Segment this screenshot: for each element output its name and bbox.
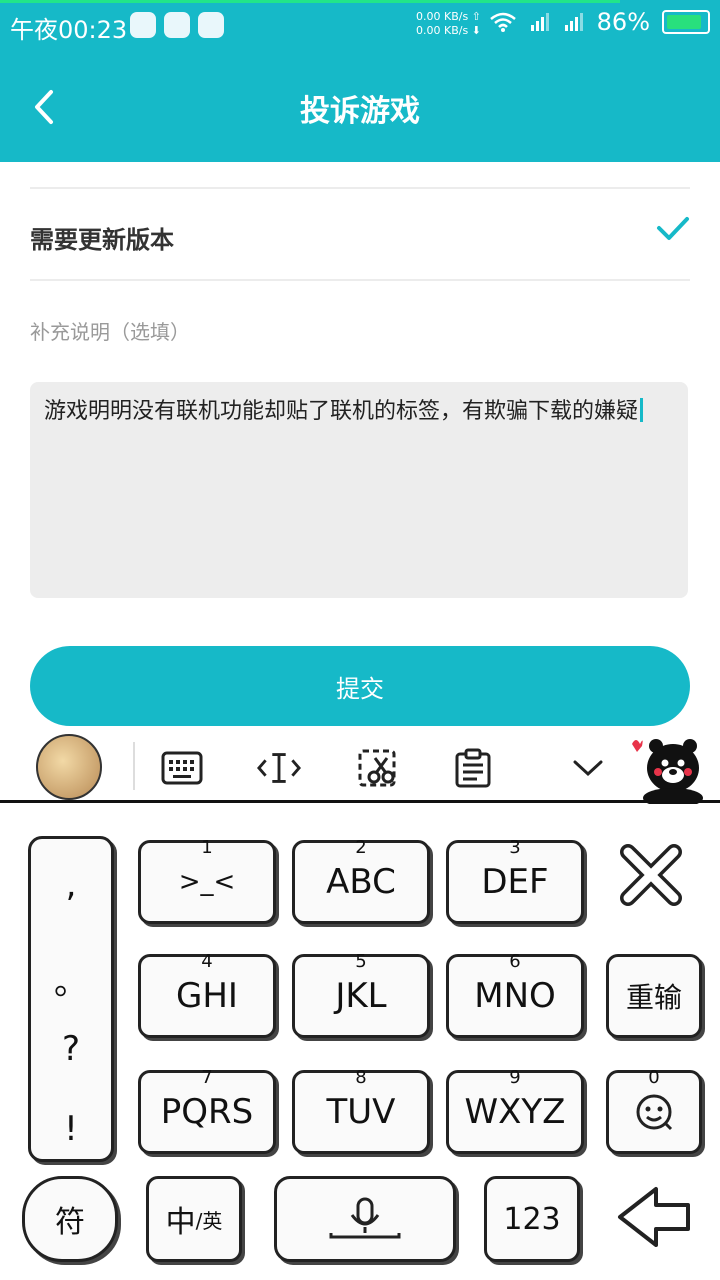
punctuation-column[interactable]: , 。 ? ! [28,836,114,1162]
punc-period[interactable]: 。 [31,955,111,1004]
page-title: 投诉游戏 [300,94,420,129]
toolbar-separator [133,742,135,790]
key-label: TUV [326,1092,396,1132]
retype-button[interactable]: 重输 [606,954,702,1038]
submit-button[interactable]: 提交 [30,646,690,726]
battery-icon [662,10,710,34]
key-label: GHI [176,976,238,1016]
key-num: 2 [355,837,367,858]
battery-percent: 86% [596,8,650,36]
key-8[interactable]: 8 TUV [292,1067,430,1154]
symbol-button[interactable]: 符 [22,1176,118,1262]
option-label: 需要更新版本 [30,226,174,254]
keyboard-switch-button[interactable] [160,746,204,790]
clipboard-icon [455,748,491,788]
emoji-face-icon [636,1094,673,1131]
key-num: 0 [648,1067,660,1088]
key-6[interactable]: 6 MNO [446,951,584,1038]
key-2[interactable]: 2 ABC [292,837,430,924]
enter-button[interactable] [614,1176,694,1256]
punc-comma[interactable]: , [31,865,111,905]
key-1[interactable]: 1 >_< [138,837,276,924]
lang-switch-button[interactable]: 中/英 [146,1176,242,1262]
lang-sub-label: /英 [195,1208,223,1233]
net-down: 0.00 KB/s ⬇ [416,24,481,37]
cursor-move-button[interactable] [257,746,301,790]
delete-button[interactable] [616,840,686,910]
key-4[interactable]: 4 GHI [138,951,276,1038]
divider [30,279,690,281]
key-label: ABC [326,862,396,902]
divider [30,187,690,189]
key-num: 1 [201,837,213,858]
key-num: 8 [355,1067,367,1088]
retype-label: 重输 [625,981,682,1014]
key-label: >_< [178,867,236,897]
number-switch-button[interactable]: 123 [484,1176,580,1262]
checkmark-icon [657,217,689,240]
key-num: 5 [355,951,367,972]
key-num: 6 [509,951,521,972]
wechat-icon [130,12,156,38]
key-label: WXYZ [464,1092,566,1132]
key-num: 9 [509,1067,521,1088]
shield-icon [198,12,224,38]
note-label: 补充说明（选填） [30,320,190,344]
symbol-label: 符 [55,1205,85,1240]
key-7[interactable]: 7 PQRS [138,1067,276,1154]
net-up: 0.00 KB/s ⇧ [416,10,481,23]
wifi-icon [489,12,516,32]
chevron-down-icon [573,760,603,777]
network-speed: 0.00 KB/s ⇧ 0.00 KB/s ⬇ [416,10,481,38]
key-label: MNO [474,976,556,1016]
text-cursor-icon [257,753,301,783]
note-textarea[interactable]: 游戏明明没有联机功能却贴了联机的标签，有欺骗下载的嫌疑 [30,382,688,598]
key-label: PQRS [160,1092,254,1132]
text-caret [640,398,644,422]
key-0[interactable]: 0 [606,1067,702,1154]
key-num: 3 [509,837,521,858]
keyboard-toolbar-line [0,800,720,803]
bear-mascot-icon [632,739,703,804]
progress-line [0,0,620,3]
lang-main-label: 中 [165,1205,196,1240]
clip-button[interactable] [356,746,400,790]
key-num: 7 [201,1067,213,1088]
back-arrow-icon [618,1187,690,1247]
app-icon [164,12,190,38]
status-time: 午夜00:23 [10,16,128,44]
clipboard-button[interactable] [451,746,495,790]
punc-question[interactable]: ? [31,1029,111,1069]
keyboard-toolbar [0,726,720,810]
space-voice-button[interactable] [274,1176,456,1262]
keyboard: , 。 ? ! 1 >_< 2 ABC 3 DEF 4 GHI 5 JKL 6 … [0,810,720,1280]
title-bar: 投诉游戏 [0,52,720,162]
scissors-icon [358,749,396,787]
signal-1-icon [530,13,549,31]
key-9[interactable]: 9 WXYZ [446,1067,584,1154]
microphone-icon [329,1197,401,1239]
punc-exclaim[interactable]: ! [31,1109,111,1149]
close-icon [620,844,682,906]
num-label: 123 [503,1201,561,1237]
signal-2-icon [564,13,583,31]
key-3[interactable]: 3 DEF [446,837,584,924]
note-text: 游戏明明没有联机功能却贴了联机的标签，有欺骗下载的嫌疑 [44,399,639,424]
skin-avatar-icon[interactable] [36,734,102,800]
key-label: DEF [481,862,549,902]
status-right: 86% [489,8,710,36]
key-label: JKL [335,976,387,1016]
status-bar: 午夜00:23 0.00 KB/s ⇧ 0.00 KB/s ⬇ 86% [0,0,720,52]
key-5[interactable]: 5 JKL [292,951,430,1038]
key-num: 4 [201,951,213,972]
keyboard-icon [161,751,203,785]
collapse-keyboard-button[interactable] [566,746,610,790]
